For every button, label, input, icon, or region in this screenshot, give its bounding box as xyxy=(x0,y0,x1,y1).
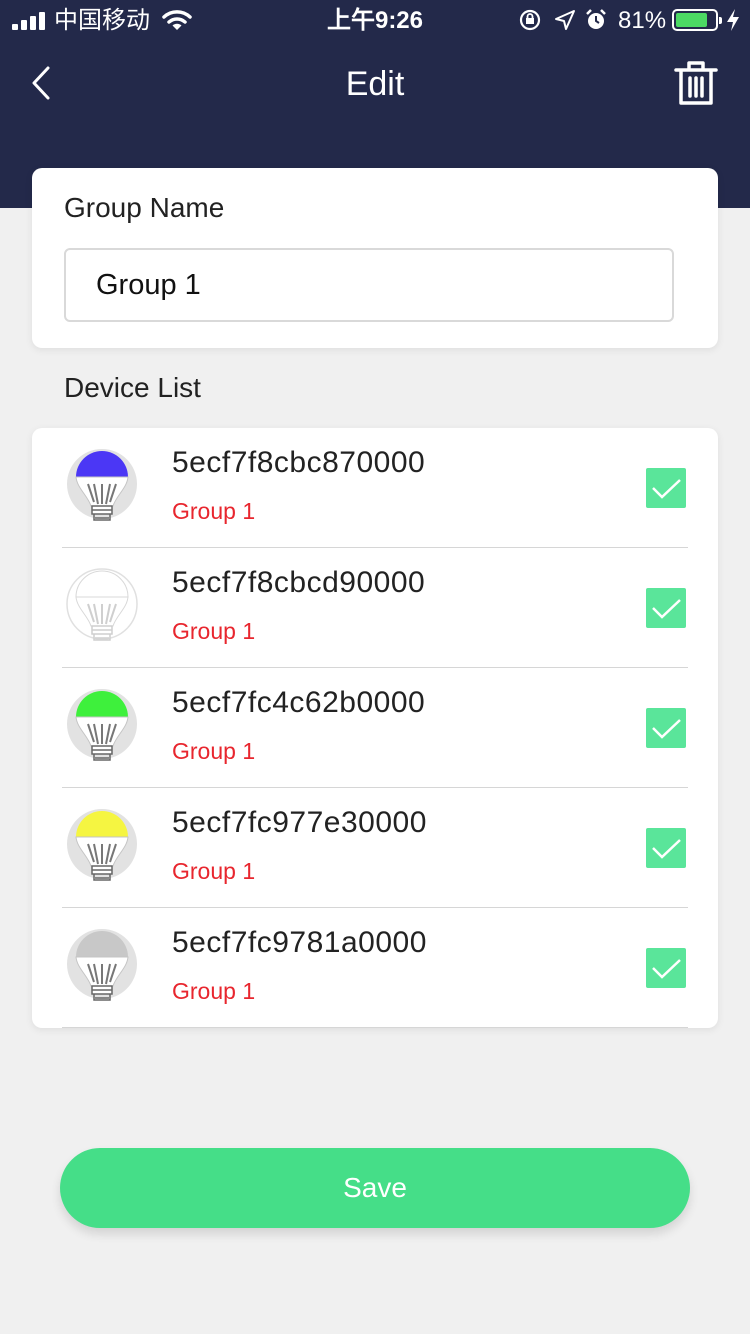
device-id: 5ecf7f8cbcd90000 xyxy=(172,566,426,599)
device-id: 5ecf7fc9781a0000 xyxy=(172,926,427,959)
check-icon xyxy=(652,599,681,619)
location-icon xyxy=(555,10,575,30)
group-name-card: Group Name xyxy=(32,168,718,348)
device-group: Group 1 xyxy=(172,498,256,524)
device-row[interactable]: 5ecf7fc9781a0000 Group 1 xyxy=(62,908,688,1028)
check-icon xyxy=(652,719,681,739)
orientation-lock-icon xyxy=(519,9,541,31)
device-list-label: Device List xyxy=(64,372,201,403)
device-group: Group 1 xyxy=(172,738,256,764)
device-checkbox[interactable] xyxy=(646,828,686,868)
delete-button[interactable] xyxy=(670,56,722,110)
trash-icon xyxy=(674,61,718,105)
device-row[interactable]: 5ecf7f8cbc870000 Group 1 xyxy=(62,428,688,548)
check-icon xyxy=(652,479,681,499)
group-name-label: Group Name xyxy=(64,192,225,223)
device-checkbox[interactable] xyxy=(646,468,686,508)
device-checkbox[interactable] xyxy=(646,948,686,988)
device-group: Group 1 xyxy=(172,978,256,1004)
battery-percent: 81% xyxy=(618,7,667,34)
check-icon xyxy=(652,839,681,859)
battery-fill xyxy=(676,13,707,27)
device-group: Group 1 xyxy=(172,858,256,884)
device-checkbox[interactable] xyxy=(646,708,686,748)
alarm-icon xyxy=(586,9,606,29)
group-name-input[interactable] xyxy=(64,248,674,322)
device-group: Group 1 xyxy=(172,618,256,644)
device-id: 5ecf7f8cbc870000 xyxy=(172,446,426,479)
device-row[interactable]: 5ecf7fc4c62b0000 Group 1 xyxy=(62,668,688,788)
charging-bolt-icon xyxy=(727,9,739,31)
device-row[interactable]: 5ecf7f8cbcd90000 Group 1 xyxy=(62,548,688,668)
check-icon xyxy=(652,959,681,979)
device-list: 5ecf7f8cbc870000 Group 1 5ecf7f8cbcd9000… xyxy=(32,428,718,1028)
device-row[interactable]: 5ecf7fc977e30000 Group 1 xyxy=(62,788,688,908)
battery-icon xyxy=(672,9,722,31)
page-title: Edit xyxy=(345,65,405,103)
light-bulb-icon xyxy=(67,689,137,761)
status-bar: 中国移动 上午9:26 81% xyxy=(0,0,750,40)
device-id: 5ecf7fc4c62b0000 xyxy=(172,686,426,719)
light-bulb-icon xyxy=(66,568,138,641)
save-button[interactable]: Save xyxy=(60,1148,690,1228)
light-bulb-icon xyxy=(67,809,137,881)
device-id: 5ecf7fc977e30000 xyxy=(172,806,427,839)
light-bulb-icon xyxy=(67,929,137,1001)
device-checkbox[interactable] xyxy=(646,588,686,628)
light-bulb-icon xyxy=(67,449,137,521)
